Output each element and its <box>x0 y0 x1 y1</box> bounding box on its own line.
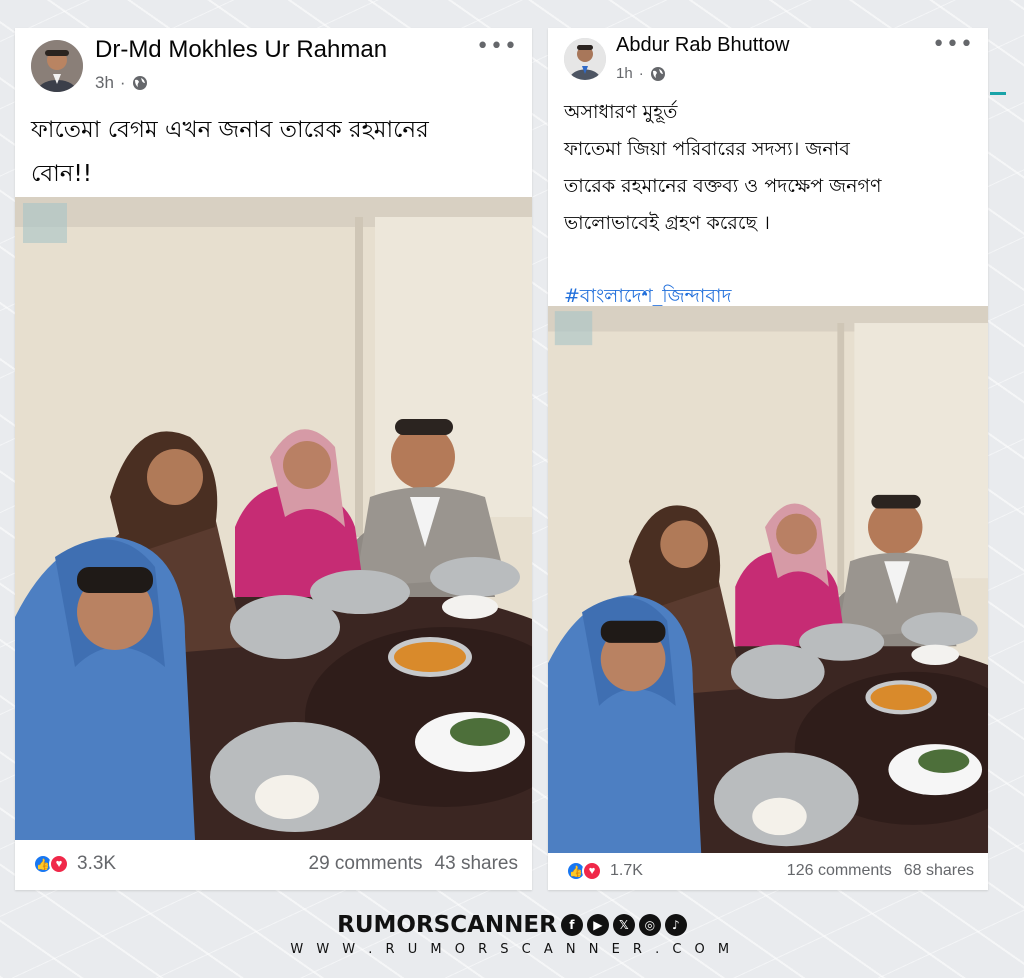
love-icon: ♥ <box>49 854 69 874</box>
post-text-line: ফাতেমা জিয়া পরিবারের সদস্য। জনাব <box>564 138 850 160</box>
reactions-summary[interactable]: 👍 ♥ 3.3K <box>33 838 116 890</box>
globe-icon <box>132 76 147 90</box>
post-text-line: অসাধারণ মুহূর্ত <box>564 101 678 123</box>
brand-row: RUMORSCANNER f ▶ 𝕏 ◎ ♪ <box>0 912 1024 938</box>
post-footer: 👍 ♥ 3.3K 29 comments 43 shares <box>15 838 532 890</box>
post-footer: 👍 ♥ 1.7K 126 comments 68 shares <box>548 852 988 890</box>
meta-separator: · <box>119 73 126 92</box>
post-meta: 3h · <box>95 73 148 93</box>
love-icon: ♥ <box>582 861 602 881</box>
more-options-icon[interactable]: ••• <box>932 34 974 56</box>
post-photo[interactable] <box>548 306 988 853</box>
reaction-count: 3.3K <box>77 853 117 874</box>
avatar[interactable] <box>31 40 83 92</box>
post-time[interactable]: 3h <box>95 73 114 93</box>
post-card-1: Dr-Md Mokhles Ur Rahman 3h · ••• ফাতেমা … <box>15 28 532 890</box>
shares-link[interactable]: 43 shares <box>435 853 518 875</box>
accent-dash <box>990 92 1006 95</box>
comments-link[interactable]: 126 comments <box>787 862 892 880</box>
youtube-icon[interactable]: ▶ <box>586 914 609 936</box>
post-time[interactable]: 1h <box>616 65 633 82</box>
instagram-icon[interactable]: ◎ <box>638 914 661 936</box>
post-meta: 1h · <box>616 65 666 82</box>
reactions-summary[interactable]: 👍 ♥ 1.7K <box>566 852 643 890</box>
post-header: Dr-Md Mokhles Ur Rahman 3h · ••• <box>15 28 532 98</box>
brand-footer: RUMORSCANNER f ▶ 𝕏 ◎ ♪ W W W . R U M O R… <box>0 912 1024 957</box>
brand-name: RUMORSCANNER <box>337 912 557 938</box>
shares-link[interactable]: 68 shares <box>904 862 974 880</box>
author-name[interactable]: Abdur Rab Bhuttow <box>616 34 789 57</box>
x-icon[interactable]: 𝕏 <box>612 914 635 936</box>
post-text: ফাতেমা বেগম এখন জনাব তারেক রহমানের বোন!! <box>31 108 516 196</box>
post-text-line: তারেক রহমানের বক্তব্য ও পদক্ষেপ জনগণ <box>564 175 882 197</box>
post-header: Abdur Rab Bhuttow 1h · ••• <box>548 28 988 98</box>
post-photo[interactable] <box>15 197 532 840</box>
more-options-icon[interactable]: ••• <box>476 36 518 58</box>
comments-link[interactable]: 29 comments <box>309 853 423 875</box>
tiktok-icon[interactable]: ♪ <box>664 914 687 936</box>
reaction-count: 1.7K <box>610 862 643 879</box>
avatar[interactable] <box>564 38 606 80</box>
post-text-line: ফাতেমা বেগম এখন জনাব তারেক রহমানের <box>31 117 429 143</box>
meta-separator: · <box>638 65 644 82</box>
post-text: অসাধারণ মুহূর্ত ফাতেমা জিয়া পরিবারের সদ… <box>564 94 976 315</box>
facebook-icon[interactable]: f <box>560 914 583 936</box>
post-stats: 29 comments 43 shares <box>309 838 519 890</box>
brand-url[interactable]: W W W . R U M O R S C A N N E R . C O M <box>0 942 1024 957</box>
post-card-2: Abdur Rab Bhuttow 1h · ••• অসাধারণ মুহূর… <box>548 28 988 890</box>
post-text-line: বোন!! <box>31 161 92 187</box>
post-stats: 126 comments 68 shares <box>787 852 974 890</box>
author-name[interactable]: Dr-Md Mokhles Ur Rahman <box>95 36 387 64</box>
post-text-line: ভালোভাবেই গ্রহণ করেছে । <box>564 212 770 234</box>
globe-icon <box>650 66 665 81</box>
